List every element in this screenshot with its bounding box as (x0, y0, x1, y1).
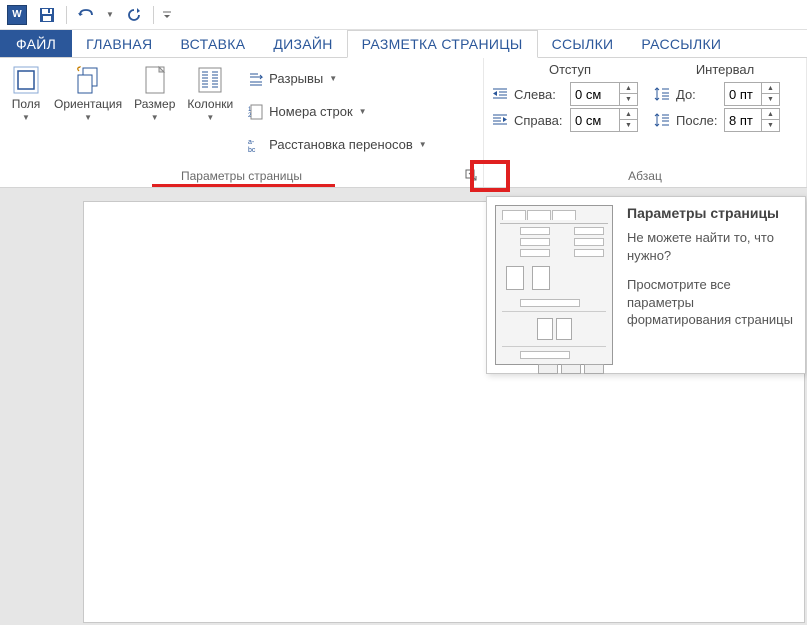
screentip-line2: Просмотрите все параметры форматирования… (627, 276, 797, 329)
tab-references[interactable]: ССЫЛКИ (538, 30, 628, 57)
spacing-after-label: После: (676, 113, 720, 128)
annotation-underline (152, 184, 335, 187)
tab-design[interactable]: ДИЗАЙН (259, 30, 346, 57)
undo-icon (77, 7, 95, 23)
dropdown-arrow-icon: ▼ (151, 113, 159, 122)
save-button[interactable] (34, 2, 60, 28)
customize-icon (162, 10, 172, 20)
margins-button[interactable]: Поля ▼ (4, 62, 48, 161)
tab-file[interactable]: ФАЙЛ (0, 30, 72, 57)
size-icon (139, 64, 171, 96)
separator (66, 6, 67, 24)
breaks-button[interactable]: Разрывы ▼ (243, 67, 430, 91)
group-paragraph: Отступ Интервал Слева: ▲▼ Справ (484, 58, 807, 187)
spacing-before-input[interactable]: ▲▼ (724, 82, 780, 106)
tab-page-layout[interactable]: РАЗМЕТКА СТРАНИЦЫ (347, 30, 538, 58)
spin-up[interactable]: ▲ (762, 83, 779, 94)
indent-right-label: Справа: (514, 113, 566, 128)
hyphenation-button[interactable]: a-bc Расстановка переносов ▼ (243, 133, 430, 157)
indent-header: Отступ (490, 62, 650, 77)
page-setup-screentip: Параметры страницы Не можете найти то, ч… (486, 196, 806, 374)
spacing-after-icon (652, 113, 672, 127)
tab-home[interactable]: ГЛАВНАЯ (72, 30, 166, 57)
annotation-highlight-box (470, 160, 510, 192)
indent-right-input[interactable]: ▲▼ (570, 108, 638, 132)
spin-down[interactable]: ▼ (620, 94, 637, 105)
undo-dropdown[interactable]: ▼ (103, 2, 117, 28)
margins-icon (10, 64, 42, 96)
svg-text:a-: a- (248, 139, 255, 146)
qat-customize-dropdown[interactable] (160, 2, 174, 28)
save-icon (39, 7, 55, 23)
dropdown-arrow-icon: ▼ (329, 74, 337, 83)
columns-button[interactable]: Колонки ▼ (181, 62, 239, 161)
group-label-page-setup: Параметры страницы (181, 169, 302, 183)
indent-left-icon (490, 87, 510, 101)
indent-left-label: Слева: (514, 87, 566, 102)
spacing-after-input[interactable]: ▲▼ (724, 108, 780, 132)
word-app-icon[interactable]: W (4, 2, 30, 28)
group-label-paragraph: Абзац (628, 169, 662, 183)
spacing-before-label: До: (676, 87, 720, 102)
dropdown-arrow-icon: ▼ (359, 107, 367, 116)
spin-down[interactable]: ▼ (762, 94, 779, 105)
spin-up[interactable]: ▲ (762, 109, 779, 120)
spin-up[interactable]: ▲ (620, 109, 637, 120)
line-numbers-button[interactable]: 12 Номера строк ▼ (243, 100, 430, 124)
quick-access-toolbar: W ▼ (0, 0, 807, 30)
line-numbers-icon: 12 (247, 103, 265, 121)
group-page-setup: Поля ▼ Ориентация ▼ Размер ▼ (0, 58, 484, 187)
spin-down[interactable]: ▼ (620, 120, 637, 131)
ribbon: Поля ▼ Ориентация ▼ Размер ▼ (0, 58, 807, 188)
indent-right-icon (490, 113, 510, 127)
redo-icon (126, 7, 142, 23)
columns-icon (194, 64, 226, 96)
ribbon-tabs: ФАЙЛ ГЛАВНАЯ ВСТАВКА ДИЗАЙН РАЗМЕТКА СТР… (0, 30, 807, 58)
orientation-button[interactable]: Ориентация ▼ (48, 62, 128, 161)
tab-mailings[interactable]: РАССЫЛКИ (627, 30, 735, 57)
tab-insert[interactable]: ВСТАВКА (166, 30, 259, 57)
size-button[interactable]: Размер ▼ (128, 62, 181, 161)
screentip-title: Параметры страницы (627, 205, 797, 221)
orientation-icon (72, 64, 104, 96)
spacing-before-icon (652, 87, 672, 101)
spacing-header: Интервал (650, 62, 800, 77)
dropdown-arrow-icon: ▼ (419, 140, 427, 149)
screentip-line1: Не можете найти то, что нужно? (627, 229, 797, 264)
breaks-icon (247, 70, 265, 88)
dropdown-arrow-icon: ▼ (84, 113, 92, 122)
undo-button[interactable] (73, 2, 99, 28)
screentip-thumbnail (495, 205, 613, 365)
spin-up[interactable]: ▲ (620, 83, 637, 94)
redo-button[interactable] (121, 2, 147, 28)
hyphenation-icon: a-bc (247, 136, 265, 154)
dropdown-arrow-icon: ▼ (206, 113, 214, 122)
indent-left-input[interactable]: ▲▼ (570, 82, 638, 106)
spin-down[interactable]: ▼ (762, 120, 779, 131)
screentip-text: Параметры страницы Не можете найти то, ч… (627, 205, 797, 365)
separator (153, 6, 154, 24)
svg-text:bc: bc (248, 147, 256, 153)
dropdown-arrow-icon: ▼ (22, 113, 30, 122)
